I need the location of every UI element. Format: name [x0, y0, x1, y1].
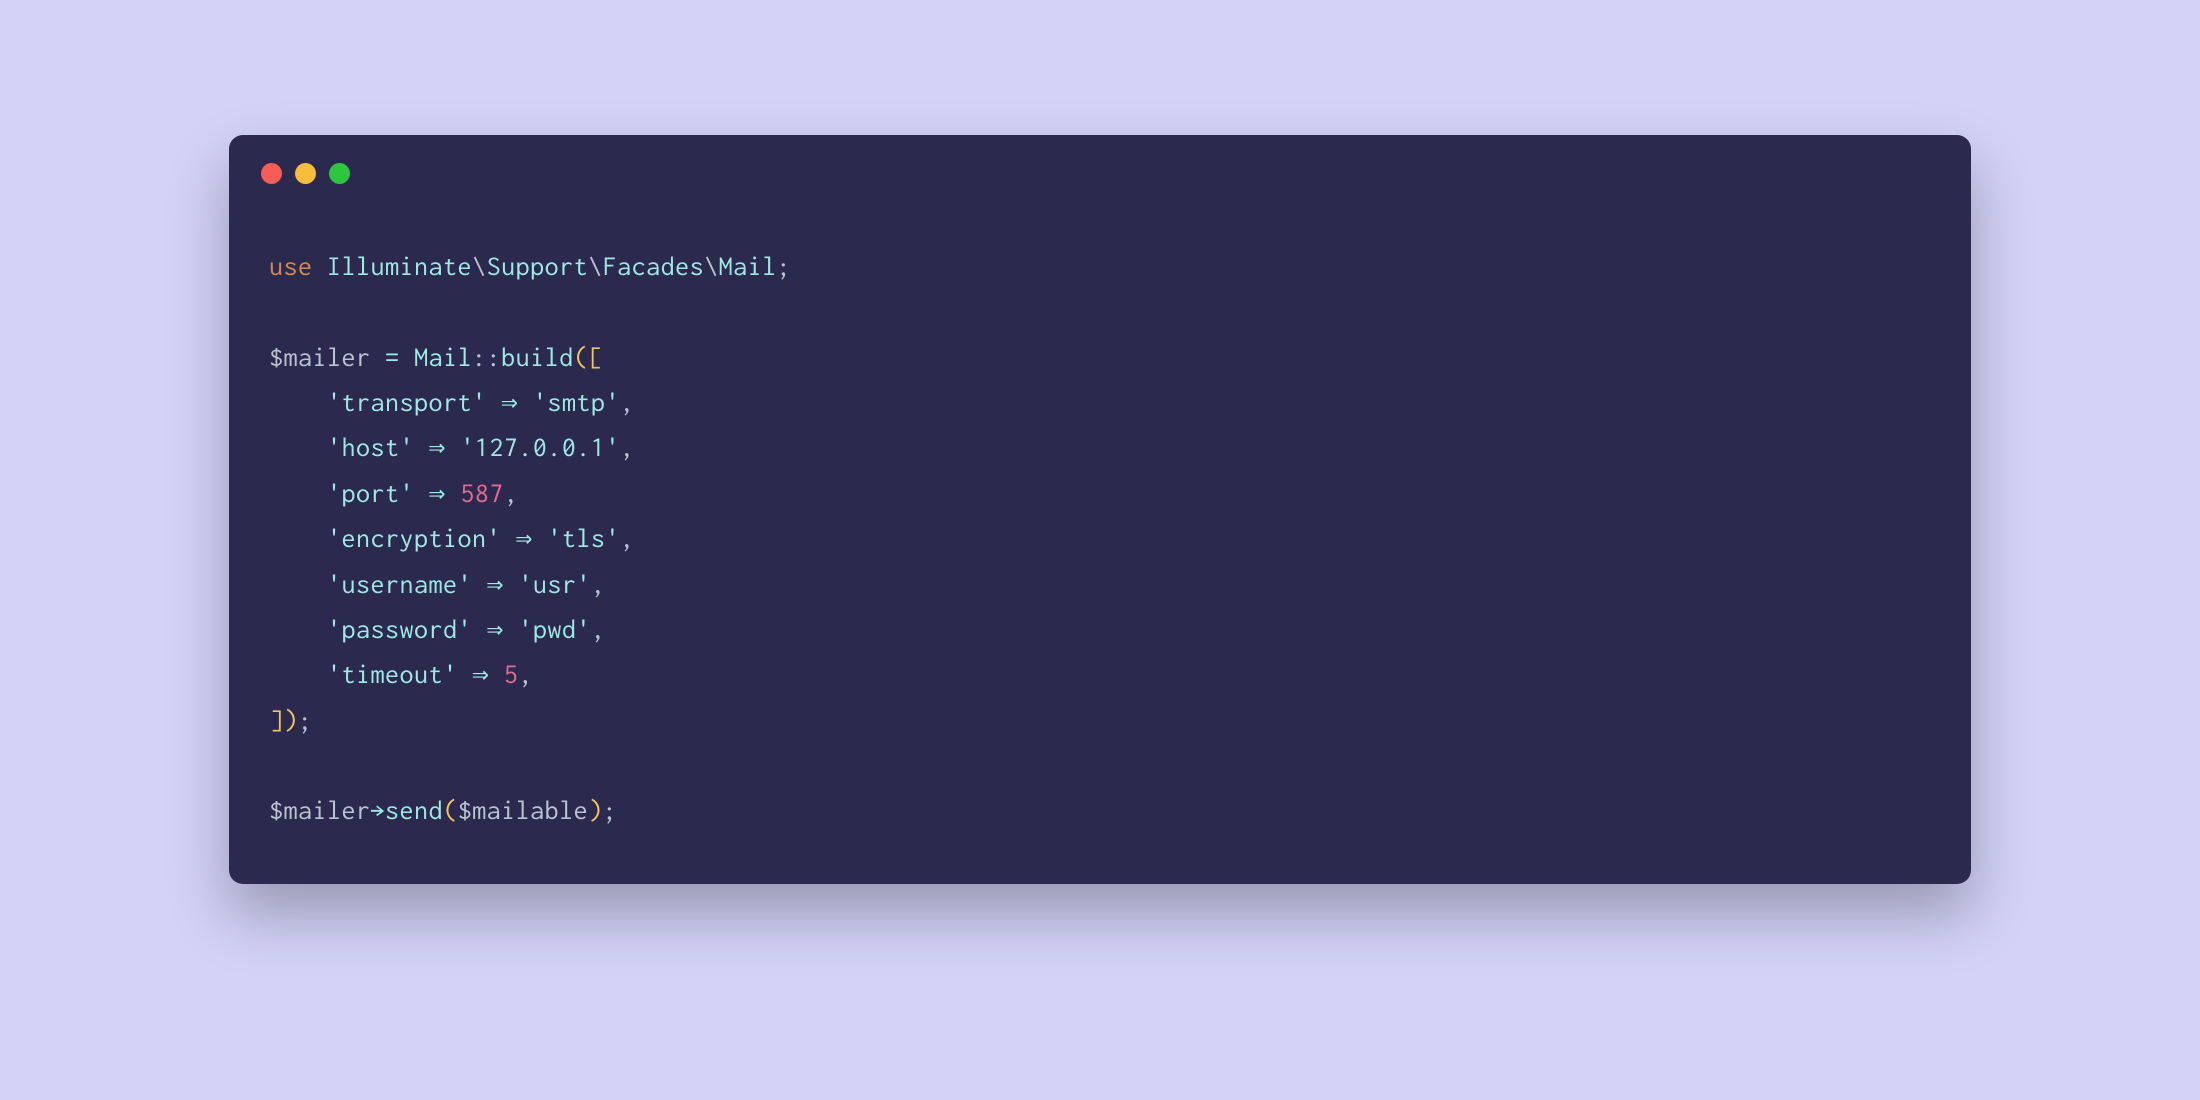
minimize-button[interactable] — [295, 163, 316, 184]
title-bar — [229, 135, 1971, 204]
val-timeout: 5 — [504, 660, 519, 689]
val-port: 587 — [460, 479, 504, 508]
close-paren: ) — [588, 796, 603, 825]
class-mail: Mail — [414, 343, 472, 372]
maximize-button[interactable] — [329, 163, 350, 184]
method-build: build — [501, 343, 574, 372]
val-host: '127.0.0.1' — [460, 433, 620, 462]
method-send: send — [385, 796, 443, 825]
variable-mailer: $mailer — [269, 343, 371, 372]
key-port: 'port' — [327, 479, 414, 508]
namespace-support: Support — [487, 252, 589, 281]
arrow-icon: ⇒ — [472, 660, 489, 689]
code-editor: use Illuminate\Support\Facades\Mail; $ma… — [229, 204, 1971, 884]
code-line-11: ]); — [269, 698, 1931, 743]
namespace-mail: Mail — [719, 252, 777, 281]
code-line-3: $mailer = Mail::build([ — [269, 335, 1931, 380]
open-paren: ( — [443, 796, 458, 825]
key-host: 'host' — [327, 433, 414, 462]
object-arrow-icon: → — [371, 796, 386, 825]
arrow-icon: ⇒ — [429, 479, 446, 508]
val-usr: 'usr' — [518, 570, 591, 599]
code-line-blank-2 — [269, 743, 1931, 788]
key-username: 'username' — [327, 570, 472, 599]
code-line-blank-1 — [269, 289, 1931, 334]
code-line-7: 'encryption' ⇒ 'tls', — [269, 516, 1931, 561]
code-line-10: 'timeout' ⇒ 5, — [269, 652, 1931, 697]
arrow-icon: ⇒ — [501, 388, 518, 417]
code-line-4: 'transport' ⇒ 'smtp', — [269, 380, 1931, 425]
terminal-window: use Illuminate\Support\Facades\Mail; $ma… — [229, 135, 1971, 884]
key-timeout: 'timeout' — [327, 660, 458, 689]
code-line-13: $mailer→send($mailable); — [269, 788, 1931, 833]
arrow-icon: ⇒ — [429, 433, 446, 462]
scope-resolution: :: — [472, 343, 501, 372]
code-line-1: use Illuminate\Support\Facades\Mail; — [269, 244, 1931, 289]
key-transport: 'transport' — [327, 388, 487, 417]
val-smtp: 'smtp' — [533, 388, 620, 417]
namespace-facades: Facades — [603, 252, 705, 281]
arrow-icon: ⇒ — [487, 570, 504, 599]
code-line-8: 'username' ⇒ 'usr', — [269, 562, 1931, 607]
operator-equals: = — [385, 343, 400, 372]
arrow-icon: ⇒ — [487, 615, 504, 644]
val-pwd: 'pwd' — [518, 615, 591, 644]
variable-mailer: $mailer — [269, 796, 371, 825]
variable-mailable: $mailable — [458, 796, 589, 825]
val-tls: 'tls' — [547, 524, 620, 553]
key-encryption: 'encryption' — [327, 524, 501, 553]
code-line-5: 'host' ⇒ '127.0.0.1', — [269, 425, 1931, 470]
namespace-illuminate: Illuminate — [327, 252, 472, 281]
code-line-6: 'port' ⇒ 587, — [269, 471, 1931, 516]
key-password: 'password' — [327, 615, 472, 644]
close-bracket: ]) — [269, 706, 298, 735]
arrow-icon: ⇒ — [516, 524, 533, 553]
close-button[interactable] — [261, 163, 282, 184]
keyword-use: use — [269, 252, 313, 281]
code-line-9: 'password' ⇒ 'pwd', — [269, 607, 1931, 652]
open-bracket: ([ — [574, 343, 603, 372]
